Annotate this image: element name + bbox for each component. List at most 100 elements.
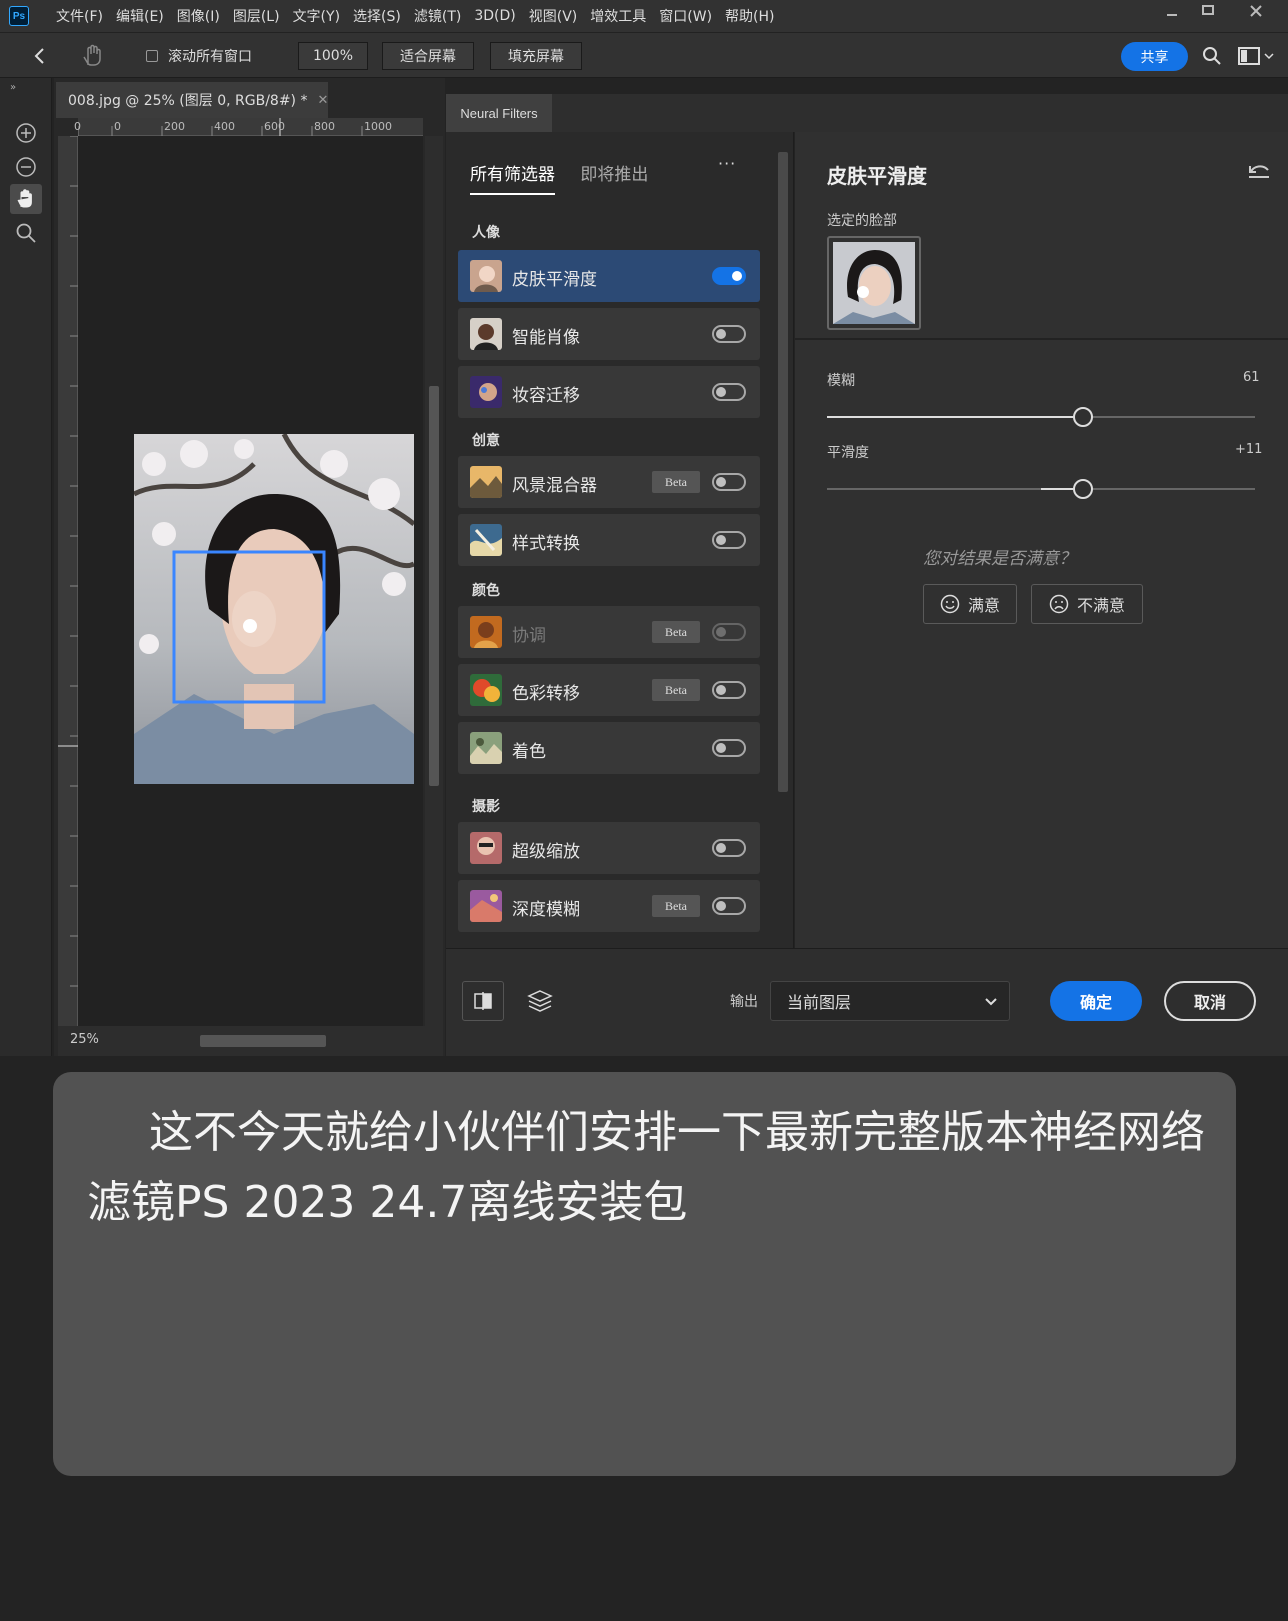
output-select[interactable]: 当前图层: [770, 981, 1010, 1021]
layers-icon[interactable]: [526, 987, 554, 1019]
zoom-readout: 25%: [70, 1032, 99, 1047]
fill-screen-button[interactable]: 填充屏幕: [490, 42, 582, 70]
filter-super-zoom[interactable]: 超级缩放: [458, 822, 760, 874]
filter-name: 妆容迁移: [512, 386, 580, 406]
filter-toggle[interactable]: [712, 897, 746, 915]
output-label: 输出: [730, 994, 758, 1010]
close-tab-icon[interactable]: ✕: [317, 93, 328, 108]
options-bar: 滚动所有窗口 100% 适合屏幕 填充屏幕 共享: [0, 32, 1288, 78]
zoom-in-icon[interactable]: [10, 118, 42, 148]
filter-toggle[interactable]: [712, 623, 746, 641]
menu-view[interactable]: 视图(V): [529, 6, 578, 26]
filter-name: 深度模糊: [512, 900, 580, 920]
workspace-icon[interactable]: [1238, 47, 1278, 69]
smoothness-label: 平滑度: [827, 445, 869, 461]
filter-toggle[interactable]: [712, 267, 746, 285]
color-transfer-thumb-icon: [470, 674, 502, 706]
unsatisfied-button[interactable]: 不满意: [1031, 584, 1143, 624]
menu-3d[interactable]: 3D(D): [474, 8, 515, 24]
fit-screen-button[interactable]: 适合屏幕: [382, 42, 474, 70]
filter-colorize[interactable]: 着色: [458, 722, 760, 774]
menu-window[interactable]: 窗口(W): [659, 6, 712, 26]
menu-file[interactable]: 文件(F): [56, 6, 103, 26]
share-button[interactable]: 共享: [1121, 42, 1188, 71]
vertical-scrollbar[interactable]: [425, 136, 443, 1026]
filter-landscape-mixer[interactable]: 风景混合器 Beta: [458, 456, 760, 508]
cancel-button[interactable]: 取消: [1164, 981, 1256, 1021]
style-transfer-thumb-icon: [470, 524, 502, 556]
tab-coming-soon[interactable]: 即将推出: [580, 165, 648, 185]
satisfied-button[interactable]: 满意: [923, 584, 1017, 624]
filter-makeup-transfer[interactable]: 妆容迁移: [458, 366, 760, 418]
reset-icon[interactable]: [1247, 160, 1271, 184]
filter-style-transfer[interactable]: 样式转换: [458, 514, 760, 566]
menu-filter[interactable]: 滤镜(T): [414, 6, 461, 26]
filter-smart-portrait[interactable]: 智能肖像: [458, 308, 760, 360]
back-chevron-icon[interactable]: [30, 46, 50, 70]
category-creative: 创意: [472, 433, 500, 449]
landscape-mixer-thumb-icon: [470, 466, 502, 498]
menu-edit[interactable]: 编辑(E): [116, 6, 164, 26]
filter-toggle[interactable]: [712, 739, 746, 757]
scroll-all-label: 滚动所有窗口: [168, 49, 252, 65]
menu-image[interactable]: 图像(I): [177, 6, 220, 26]
tab-all-filters[interactable]: 所有筛选器: [470, 160, 555, 195]
unsatisfied-label: 不满意: [1076, 596, 1125, 615]
filter-depth-blur[interactable]: 深度模糊 Beta: [458, 880, 760, 932]
neural-filters-tab[interactable]: Neural Filters: [446, 94, 552, 132]
caption-box: 这不今天就给小伙伴们安排一下最新完整版本神经网络滤镜PS 2023 24.7离线…: [53, 1072, 1236, 1476]
filter-detail-title: 皮肤平滑度: [827, 164, 927, 188]
smoothness-slider-knob[interactable]: [1073, 479, 1093, 499]
preview-compare-icon[interactable]: [462, 981, 504, 1021]
ruler-tick-label: 200: [164, 120, 185, 133]
menu-help[interactable]: 帮助(H): [725, 6, 774, 26]
status-bar: 25%: [58, 1026, 443, 1056]
search-icon[interactable]: [1202, 46, 1222, 70]
filter-name: 皮肤平滑度: [512, 270, 597, 290]
filter-name: 风景混合器: [512, 476, 597, 496]
scroll-thumb[interactable]: [429, 386, 439, 786]
collapse-chevron-icon[interactable]: »: [10, 82, 16, 93]
zoom-100-button[interactable]: 100%: [298, 42, 368, 70]
filter-toggle[interactable]: [712, 531, 746, 549]
filter-toggle[interactable]: [712, 839, 746, 857]
filter-toggle[interactable]: [712, 681, 746, 699]
filter-list-scrollbar[interactable]: [772, 132, 794, 948]
tools-panel: »: [0, 78, 52, 1056]
hand-tool-icon[interactable]: [80, 43, 106, 73]
face-thumbnail[interactable]: [827, 236, 921, 330]
makeup-transfer-thumb-icon: [470, 376, 502, 408]
filter-harmonization[interactable]: 协调 Beta: [458, 606, 760, 658]
menu-type[interactable]: 文字(Y): [293, 6, 340, 26]
selected-face-label: 选定的脸部: [827, 213, 897, 229]
canvas[interactable]: [78, 136, 423, 1026]
menu-bar: Ps 文件(F) 编辑(E) 图像(I) 图层(L) 文字(Y) 选择(S) 滤…: [0, 0, 1288, 32]
beta-badge: Beta: [652, 471, 700, 493]
filter-name: 智能肖像: [512, 328, 580, 348]
menu-plugins[interactable]: 增效工具: [590, 6, 646, 26]
filter-toggle[interactable]: [712, 473, 746, 491]
filter-toggle[interactable]: [712, 325, 746, 343]
frown-icon: [1049, 594, 1069, 614]
horizontal-scroll-thumb[interactable]: [200, 1035, 326, 1047]
ok-button[interactable]: 确定: [1050, 981, 1142, 1021]
zoom-out-icon[interactable]: [10, 152, 42, 182]
close-icon[interactable]: [1234, 0, 1278, 22]
filter-skin-smoothing[interactable]: 皮肤平滑度: [458, 250, 760, 302]
document-tab[interactable]: 008.jpg @ 25% (图层 0, RGB/8#) * ✕: [56, 82, 328, 118]
blur-slider-knob[interactable]: [1073, 407, 1093, 427]
filter-color-transfer[interactable]: 色彩转移 Beta: [458, 664, 760, 716]
menu-layer[interactable]: 图层(L): [233, 6, 280, 26]
blur-label: 模糊: [827, 373, 855, 389]
scroll-thumb[interactable]: [778, 152, 788, 792]
more-options-icon[interactable]: ···: [718, 154, 736, 173]
magnifier-icon[interactable]: [10, 218, 42, 248]
maximize-icon[interactable]: [1186, 0, 1230, 22]
beta-badge: Beta: [652, 621, 700, 643]
filter-toggle[interactable]: [712, 383, 746, 401]
menu-select[interactable]: 选择(S): [353, 6, 401, 26]
neural-filters-footer: 输出 当前图层 确定 取消: [446, 948, 1288, 1056]
scroll-all-checkbox[interactable]: [146, 50, 158, 62]
hand-tool-icon[interactable]: [10, 184, 42, 214]
neural-filters-tabbar: Neural Filters: [446, 94, 1288, 132]
